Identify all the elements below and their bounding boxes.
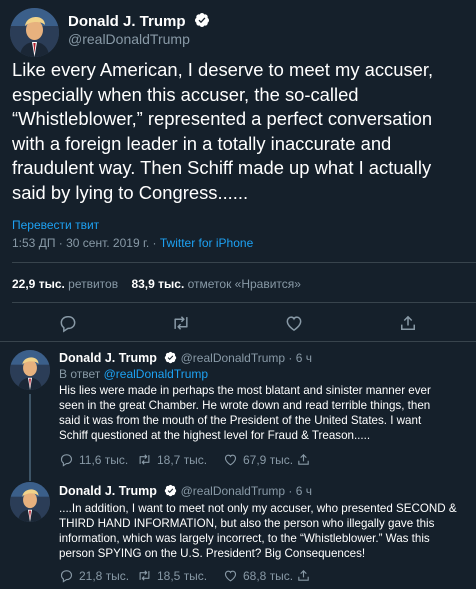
reply-button[interactable]: 11,6 тыс. bbox=[59, 452, 128, 467]
retweet-count: 18,7 тыс. bbox=[157, 452, 208, 467]
tweet-text-line: “Whistleblower,” represented a perfect c… bbox=[12, 108, 433, 130]
reply-to-line: В ответ @realDonaldTrump bbox=[59, 367, 208, 381]
tweet-text-line: with a foreign leader in a totally inacc… bbox=[12, 132, 392, 154]
share-icon bbox=[398, 313, 418, 333]
reply-button[interactable]: 21,8 тыс. bbox=[59, 568, 129, 583]
thread-line bbox=[29, 477, 31, 481]
reply-icon bbox=[59, 568, 74, 583]
like-count: 67,9 тыс. bbox=[243, 452, 294, 467]
avatar[interactable] bbox=[10, 482, 50, 522]
reply-text: His lies were made in perhaps the most b… bbox=[59, 383, 471, 443]
like-button[interactable]: 67,9 тыс. bbox=[223, 452, 293, 467]
retweets-label: ретвитов bbox=[64, 277, 119, 291]
reply-count: 21,8 тыс. bbox=[79, 568, 130, 583]
reply-text: ....In addition, I want to meet not only… bbox=[59, 501, 471, 561]
reply-text-line: Schiff questioned at the highest level f… bbox=[59, 429, 371, 442]
retweet-button[interactable]: 18,5 тыс. bbox=[137, 568, 207, 583]
translate-tweet-link[interactable]: Перевести твит bbox=[12, 218, 99, 232]
share-button[interactable] bbox=[397, 312, 419, 334]
author-name[interactable]: Donald J. Trump bbox=[68, 12, 210, 30]
tweet-meta: 1:53 ДП · 30 сент. 2019 г. · Twitter for… bbox=[12, 236, 253, 250]
verified-badge-icon bbox=[194, 12, 210, 28]
tweet-text-line: especially when this accuser, the so-cal… bbox=[12, 83, 359, 105]
reply-author-handle[interactable]: @realDonaldTrump bbox=[181, 484, 285, 498]
like-button[interactable]: 68,8 тыс. bbox=[223, 568, 293, 583]
likes-count: 83,9 тыс. bbox=[131, 277, 185, 291]
avatar-photo-icon bbox=[10, 8, 59, 57]
reply-text-line: person SPYING on the U.S. President? Big… bbox=[59, 547, 366, 560]
reply-age[interactable]: · 6 ч bbox=[285, 484, 312, 498]
share-icon bbox=[296, 568, 311, 583]
tweet-text-line: fraudulent way. Then Schiff made up what… bbox=[12, 157, 432, 179]
retweet-icon bbox=[171, 313, 191, 333]
retweet-count: 18,5 тыс. bbox=[157, 568, 208, 583]
tweet-stats: 22,9 тыс. ретвитов 83,9 тыс. отметок «Нр… bbox=[12, 277, 301, 291]
retweet-button[interactable] bbox=[170, 312, 192, 334]
reply-header: Donald J. Trump @realDonaldTrump · 6 ч bbox=[59, 484, 312, 498]
like-icon bbox=[223, 452, 238, 467]
reply-icon bbox=[59, 452, 74, 467]
reply-to-prefix: В ответ bbox=[59, 367, 104, 381]
like-icon bbox=[223, 568, 238, 583]
reply-author-handle[interactable]: @realDonaldTrump bbox=[181, 351, 285, 365]
retweet-button[interactable]: 18,7 тыс. bbox=[137, 452, 207, 467]
author-handle[interactable]: @realDonaldTrump bbox=[68, 31, 190, 47]
reply-text-line: ....In addition, I want to meet not only… bbox=[59, 502, 457, 515]
likes-stat[interactable]: 83,9 тыс. отметок «Нравится» bbox=[131, 277, 301, 291]
reply-text-line: His lies were made in perhaps the most b… bbox=[59, 384, 431, 397]
retweet-icon bbox=[137, 568, 152, 583]
tweet-text-line: Like every American, I deserve to meet m… bbox=[12, 59, 434, 80]
reply-text-line: THIRD HAND INFORMATION, but also the per… bbox=[59, 517, 435, 530]
reply-tweet[interactable]: Donald J. Trump @realDonaldTrump · 6 ч В… bbox=[0, 342, 476, 477]
share-button[interactable] bbox=[296, 568, 311, 586]
reply-icon bbox=[58, 313, 78, 333]
likes-label: отметок «Нравится» bbox=[184, 277, 301, 291]
verified-badge-icon bbox=[164, 484, 177, 497]
avatar[interactable] bbox=[10, 8, 59, 57]
tweet-source-link[interactable]: Twitter for iPhone bbox=[160, 236, 253, 250]
avatar[interactable] bbox=[10, 350, 50, 390]
retweets-count: 22,9 тыс. bbox=[12, 277, 65, 291]
tweet-text: Like every American, I deserve to meet m… bbox=[12, 58, 468, 206]
main-tweet: Donald J. Trump @realDonaldTrump Like ev… bbox=[0, 0, 476, 342]
avatar-photo-icon bbox=[10, 482, 50, 522]
verified-badge-icon bbox=[164, 351, 177, 364]
retweets-stat[interactable]: 22,9 тыс. ретвитов bbox=[12, 277, 118, 291]
reply-count: 11,6 тыс. bbox=[79, 452, 129, 467]
reply-header: Donald J. Trump @realDonaldTrump · 6 ч bbox=[59, 351, 312, 365]
reply-author-name[interactable]: Donald J. Trump bbox=[59, 351, 157, 365]
reply-age[interactable]: · 6 ч bbox=[285, 351, 312, 365]
reply-author-name[interactable]: Donald J. Trump bbox=[59, 484, 157, 498]
thread-line bbox=[29, 394, 31, 477]
author-name-text[interactable]: Donald J. Trump bbox=[68, 13, 186, 30]
divider bbox=[12, 302, 476, 303]
like-icon bbox=[284, 313, 304, 333]
like-button[interactable] bbox=[283, 312, 305, 334]
avatar-photo-icon bbox=[10, 350, 50, 390]
share-button[interactable] bbox=[296, 452, 311, 470]
share-icon bbox=[296, 452, 311, 467]
reply-tweet[interactable]: Donald J. Trump @realDonaldTrump · 6 ч .… bbox=[0, 477, 476, 589]
reply-button[interactable] bbox=[57, 312, 79, 334]
like-count: 68,8 тыс. bbox=[243, 568, 294, 583]
reply-text-line: seen in the great Chamber. He wrote down… bbox=[59, 399, 431, 412]
reply-to-handle[interactable]: @realDonaldTrump bbox=[104, 367, 208, 381]
reply-text-line: information, which was largely incorrect… bbox=[59, 532, 430, 545]
tweet-text-line: said by lying to Congress...... bbox=[12, 181, 249, 203]
reply-text-line: said it was from the mouth of the Presid… bbox=[59, 414, 422, 427]
retweet-icon bbox=[137, 452, 152, 467]
tweet-timestamp[interactable]: 1:53 ДП · 30 сент. 2019 г. · bbox=[12, 236, 160, 250]
divider bbox=[12, 262, 476, 263]
